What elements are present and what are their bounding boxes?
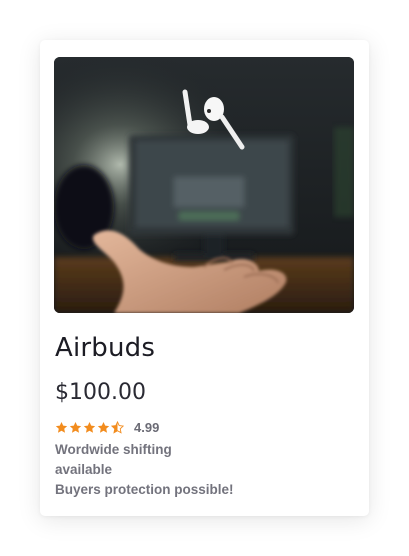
- star-icon: [97, 421, 110, 433]
- product-title: Airbuds: [55, 333, 156, 363]
- airbuds-photo: [54, 57, 354, 313]
- product-price: $100.00: [55, 380, 146, 405]
- rating: 4.99: [55, 419, 159, 435]
- star-rating: [55, 420, 124, 434]
- rating-value: 4.99: [134, 419, 160, 435]
- shipping-line-1: Wordwide shifting: [55, 442, 172, 457]
- star-icon: [69, 421, 82, 433]
- product-image[interactable]: [54, 57, 354, 313]
- product-card[interactable]: Airbuds $100.00 4.99 Wordwide shifting a…: [40, 40, 369, 516]
- shipping-line-2: available: [55, 462, 113, 477]
- product-info: Wordwide shifting available Buyers prote…: [55, 440, 285, 500]
- buyer-protection: Buyers protection possible!: [55, 482, 234, 497]
- star-icon: [55, 421, 68, 433]
- star-icon: [83, 421, 96, 433]
- star-half-icon: [111, 420, 124, 434]
